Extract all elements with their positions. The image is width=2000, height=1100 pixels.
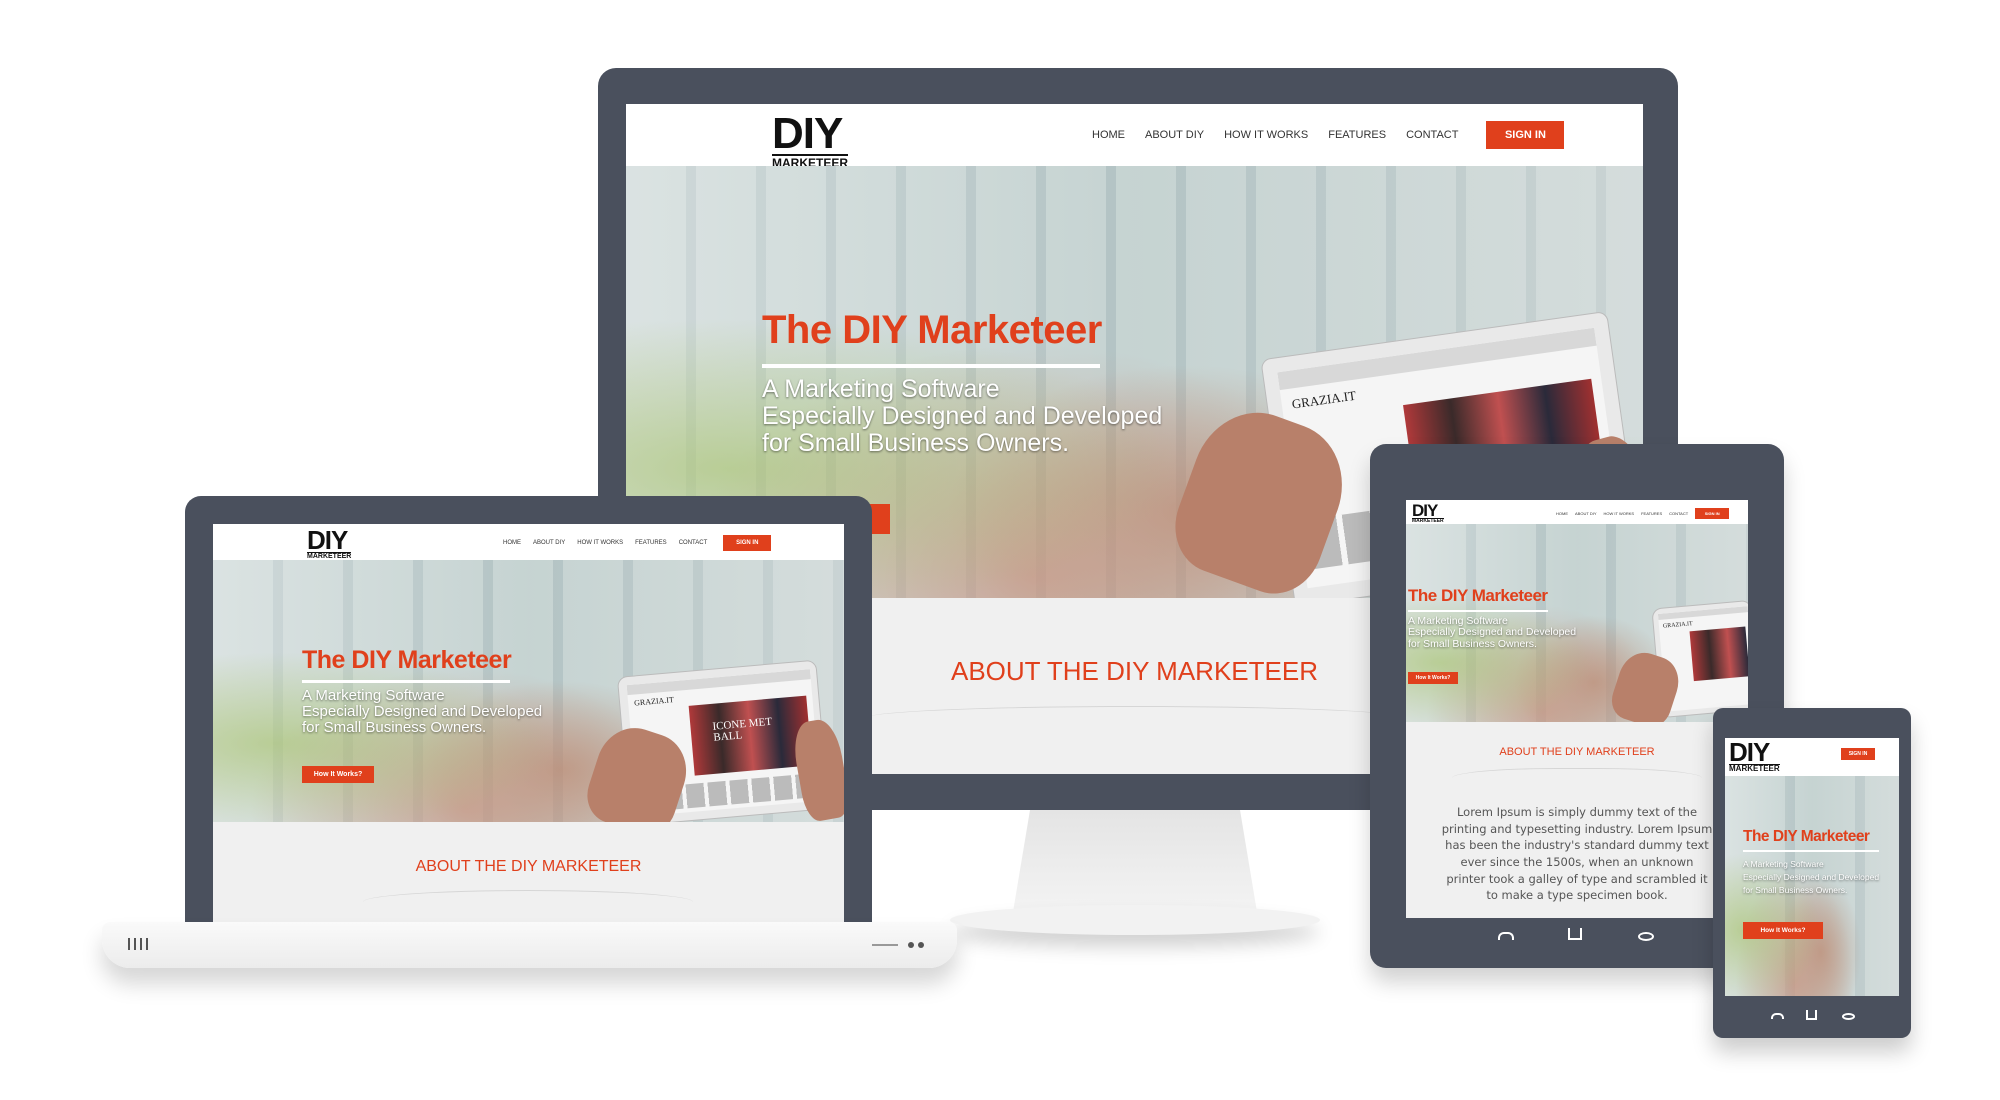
hero-section: The DIY Marketeer A Marketing Software E… bbox=[1725, 776, 1899, 996]
hero-title-underline bbox=[1408, 610, 1548, 612]
nav-contact[interactable]: CONTACT bbox=[679, 540, 708, 546]
hero-subtitle: A Marketing Software Especially Designed… bbox=[1408, 615, 1577, 650]
hero-title: The DIY Marketeer bbox=[1743, 828, 1870, 845]
nav-how-it-works[interactable]: HOW IT WORKS bbox=[1604, 511, 1635, 516]
hero-how-it-works-button[interactable]: How It Works? bbox=[302, 766, 374, 783]
main-nav: HOME ABOUT DIY HOW IT WORKS FEATURES CON… bbox=[1556, 508, 1730, 519]
hero-subtitle-line: A Marketing Software bbox=[1743, 859, 1824, 869]
hero-subtitle: A Marketing Software Especially Designed… bbox=[762, 376, 1162, 457]
prop-site-toolbar bbox=[1657, 606, 1748, 620]
hero-title: The DIY Marketeer bbox=[302, 646, 512, 674]
hero-title-underline bbox=[1743, 850, 1879, 852]
vent-lines-icon bbox=[128, 938, 150, 950]
hero-subtitle-line: for Small Business Owners. bbox=[1743, 885, 1848, 896]
nav-features[interactable]: FEATURES bbox=[635, 540, 667, 546]
indicator-lights-icon bbox=[872, 942, 932, 948]
site-logo[interactable]: DIY MARKETEER bbox=[1729, 738, 1780, 774]
logo-main-text: DIY bbox=[307, 525, 348, 555]
nav-about[interactable]: ABOUT DIY bbox=[1145, 129, 1204, 141]
hero-subtitle-line: for Small Business Owners. bbox=[302, 719, 487, 737]
hero-subtitle-line: Especially Designed and Developed bbox=[1743, 872, 1880, 883]
laptop-screen: DIY MARKETEER HOME ABOUT DIY HOW IT WORK… bbox=[213, 524, 844, 924]
nav-home[interactable]: HOME bbox=[1092, 129, 1125, 141]
site-logo[interactable]: DIY MARKETEER bbox=[772, 109, 849, 169]
nav-about[interactable]: ABOUT DIY bbox=[533, 540, 565, 546]
hero-title: The DIY Marketeer bbox=[1408, 586, 1548, 605]
main-nav: HOME ABOUT DIY HOW IT WORKS FEATURES CON… bbox=[503, 535, 772, 551]
prop-site-name: GRAZIA.IT bbox=[1290, 387, 1357, 412]
nav-contact[interactable]: CONTACT bbox=[1669, 511, 1688, 516]
sign-in-button[interactable]: SIGN IN bbox=[1486, 121, 1565, 149]
site-header: DIY MARKETEER HOME ABOUT DIY HOW IT WORK… bbox=[1406, 500, 1748, 524]
site-header: DIY MARKETEER HOME ABOUT DIY HOW IT WORK… bbox=[626, 104, 1643, 169]
laptop-lid: DIY MARKETEER HOME ABOUT DIY HOW IT WORK… bbox=[185, 496, 872, 926]
hero-subtitle-line: for Small Business Owners. bbox=[762, 429, 1070, 457]
site-header: DIY MARKETEER HOME ABOUT DIY HOW IT WORK… bbox=[213, 524, 844, 560]
hero-subtitle: A Marketing Software Especially Designed… bbox=[1743, 858, 1879, 898]
about-title: ABOUT THE DIY MARKETEER bbox=[1499, 746, 1655, 758]
prop-site-gallery bbox=[1689, 626, 1748, 682]
back-icon[interactable] bbox=[1771, 1013, 1784, 1019]
nav-how-it-works[interactable]: HOW IT WORKS bbox=[577, 540, 623, 546]
site-logo[interactable]: DIY MARKETEER bbox=[307, 525, 352, 560]
sign-in-button[interactable]: SIGN IN bbox=[1695, 508, 1730, 519]
hero-subtitle: A Marketing Software Especially Designed… bbox=[302, 687, 543, 737]
prop-site-name: GRAZIA.IT bbox=[1662, 621, 1693, 630]
about-divider bbox=[866, 706, 1406, 726]
nav-home[interactable]: HOME bbox=[503, 540, 521, 546]
about-title: ABOUT THE DIY MARKETEER bbox=[415, 858, 642, 875]
home-icon[interactable] bbox=[1568, 928, 1582, 940]
hero-subtitle-line: for Small Business Owners. bbox=[1408, 637, 1537, 650]
hero-how-it-works-button[interactable]: How It Works? bbox=[1408, 672, 1458, 684]
hero-title: The DIY Marketeer bbox=[762, 308, 1102, 352]
tablet-screen: DIY MARKETEER HOME ABOUT DIY HOW IT WORK… bbox=[1406, 500, 1748, 918]
hero-section: GRAZIA.IT ICONE MET BALL The DIY Markete… bbox=[213, 560, 844, 822]
hero-section: GRAZIA.IT The DIY Marketeer A Marketing … bbox=[1406, 524, 1748, 722]
hero-subtitle-line: A Marketing Software bbox=[302, 687, 445, 704]
phone-frame: DIY MARKETEER SIGN IN The DIY Marketeer … bbox=[1713, 708, 1911, 1038]
prop-site-toolbar bbox=[1277, 327, 1597, 391]
nav-how-it-works[interactable]: HOW IT WORKS bbox=[1224, 129, 1308, 141]
about-body-text: Lorem Ipsum is simply dummy text of the … bbox=[1441, 805, 1713, 903]
nav-contact[interactable]: CONTACT bbox=[1406, 129, 1458, 141]
hero-subtitle-line: Especially Designed and Developed bbox=[302, 703, 543, 721]
hero-how-it-works-button[interactable]: How It Works? bbox=[1743, 922, 1823, 939]
hero-subtitle-line: Especially Designed and Developed bbox=[1408, 626, 1577, 639]
hero-subtitle-line: A Marketing Software bbox=[762, 375, 1000, 403]
prop-site-name: GRAZIA.IT bbox=[633, 695, 675, 708]
monitor-stand-base bbox=[950, 905, 1320, 935]
logo-main-text: DIY bbox=[1729, 738, 1770, 767]
about-section: ABOUT THE DIY MARKETEER Lorem Ipsum is s… bbox=[1406, 722, 1748, 918]
prop-site-toolbar bbox=[626, 669, 811, 696]
site-header: DIY MARKETEER SIGN IN bbox=[1725, 738, 1899, 776]
phone-screen: DIY MARKETEER SIGN IN The DIY Marketeer … bbox=[1725, 738, 1899, 996]
recent-apps-icon[interactable] bbox=[1842, 1013, 1855, 1020]
main-nav: HOME ABOUT DIY HOW IT WORKS FEATURES CON… bbox=[1092, 121, 1565, 149]
hero-title-underline bbox=[762, 364, 1100, 368]
about-divider bbox=[363, 890, 693, 904]
laptop-base bbox=[102, 922, 957, 968]
site-logo[interactable]: DIY MARKETEER bbox=[1412, 501, 1444, 524]
sign-in-button[interactable]: SIGN IN bbox=[723, 535, 772, 551]
hero-subtitle-line: Especially Designed and Developed bbox=[762, 402, 1163, 430]
logo-sub-text: MARKETEER bbox=[1729, 764, 1780, 774]
nav-features[interactable]: FEATURES bbox=[1641, 511, 1662, 516]
home-icon[interactable] bbox=[1806, 1010, 1817, 1020]
about-section: ABOUT THE DIY MARKETEER bbox=[213, 822, 844, 924]
recent-apps-icon[interactable] bbox=[1638, 932, 1654, 941]
logo-main-text: DIY bbox=[1412, 501, 1438, 520]
logo-main-text: DIY bbox=[772, 109, 843, 158]
about-divider bbox=[1452, 768, 1702, 778]
sign-in-button[interactable]: SIGN IN bbox=[1841, 748, 1875, 760]
nav-about[interactable]: ABOUT DIY bbox=[1575, 511, 1597, 516]
back-icon[interactable] bbox=[1498, 932, 1514, 940]
nav-home[interactable]: HOME bbox=[1556, 511, 1568, 516]
nav-features[interactable]: FEATURES bbox=[1328, 129, 1386, 141]
hero-title-underline bbox=[302, 680, 510, 683]
